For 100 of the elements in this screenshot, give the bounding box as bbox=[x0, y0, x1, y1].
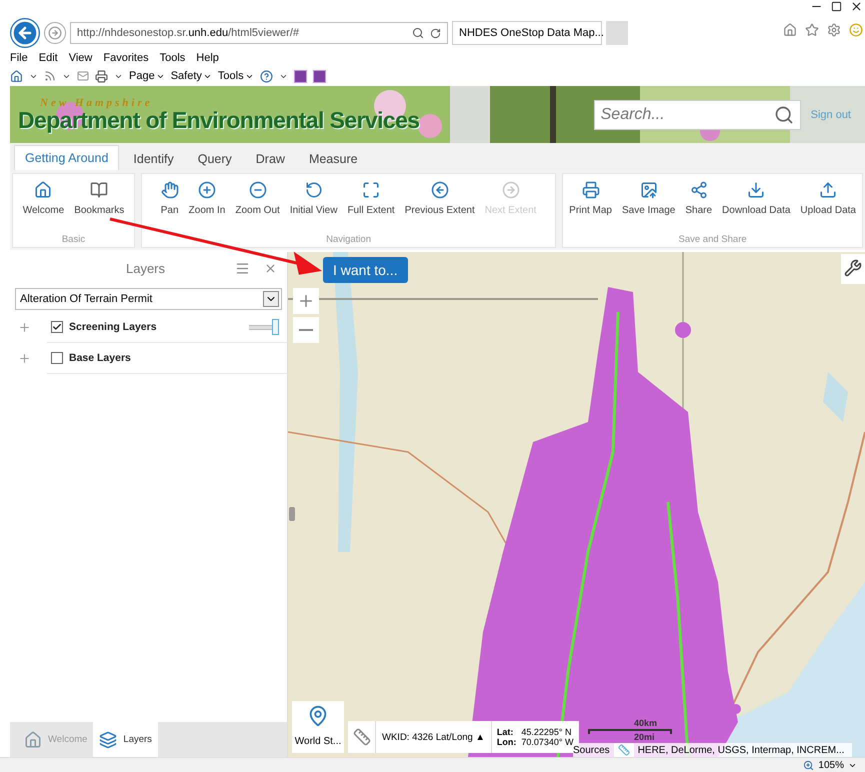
scale-bar: 40km 20mi bbox=[588, 718, 672, 742]
banner-subtitle: New Hampshire bbox=[39, 98, 154, 108]
zoom-out-button[interactable] bbox=[293, 317, 319, 343]
printer-icon bbox=[582, 181, 600, 199]
address-field[interactable]: http://nhdesonestop.sr.unh.edu/html5viewer/# bbox=[70, 22, 448, 44]
ribbon-button[interactable]: Download Data bbox=[718, 178, 794, 234]
layers-icon bbox=[99, 730, 118, 748]
menu-item[interactable]: View bbox=[68, 52, 92, 64]
ribbon-button[interactable]: Share bbox=[681, 178, 716, 234]
ruler-icon[interactable] bbox=[618, 744, 630, 756]
image-export-icon bbox=[640, 181, 658, 199]
share-icon bbox=[690, 181, 708, 199]
book-icon bbox=[90, 181, 108, 199]
arrow-left-icon bbox=[430, 181, 449, 199]
arrow-right-icon bbox=[502, 181, 520, 199]
expand-icon bbox=[362, 181, 380, 199]
arrow-right-icon bbox=[48, 26, 62, 40]
layer-name: Base Layers bbox=[69, 352, 132, 364]
notebook-icon[interactable] bbox=[294, 70, 307, 82]
refresh-icon bbox=[304, 181, 323, 199]
tab[interactable]: Measure bbox=[298, 148, 368, 170]
checkbox[interactable] bbox=[51, 321, 63, 333]
lon-label: Lon: bbox=[496, 737, 516, 747]
lat-label: Lat: bbox=[496, 727, 514, 737]
map-attribution: Sources HERE, DeLorme, USGS, Intermap, INCREM... bbox=[573, 743, 852, 757]
minus-icon bbox=[248, 181, 267, 199]
zoom-icon bbox=[803, 760, 814, 770]
feed-icon[interactable] bbox=[44, 70, 56, 82]
expand-icon[interactable] bbox=[18, 321, 31, 334]
projection-button[interactable]: WKID: 4326 Lat/Long ▲ bbox=[376, 721, 492, 753]
latitude-value: 45.22295° N bbox=[521, 727, 573, 737]
tools-button[interactable] bbox=[841, 254, 865, 284]
layer-name: Screening Layers bbox=[69, 321, 158, 333]
search-icon bbox=[412, 27, 424, 39]
menu-item[interactable]: Help bbox=[196, 52, 219, 64]
download-icon bbox=[747, 181, 766, 199]
menu-icon[interactable] bbox=[235, 260, 250, 276]
settings-icon[interactable] bbox=[827, 23, 841, 37]
plus-icon bbox=[198, 181, 216, 199]
minus-icon bbox=[299, 329, 313, 331]
panel-title: Layers bbox=[124, 260, 166, 276]
ribbon-button[interactable]: Print Map bbox=[565, 178, 616, 234]
tab[interactable]: Query bbox=[188, 148, 242, 170]
menu-item[interactable]: Edit bbox=[38, 52, 58, 64]
tab[interactable]: Draw bbox=[246, 148, 295, 170]
refresh-icon bbox=[430, 28, 441, 38]
arrow-left-icon bbox=[10, 18, 40, 48]
close-icon[interactable] bbox=[850, 0, 863, 13]
home-icon[interactable] bbox=[783, 23, 797, 37]
wrench-icon bbox=[844, 258, 862, 276]
longitude-value: 70.07340° W bbox=[521, 737, 574, 747]
ribbon-button[interactable]: Welcome bbox=[18, 178, 68, 234]
notebook-icon[interactable] bbox=[312, 70, 326, 82]
map-pin-icon bbox=[307, 705, 329, 727]
i-want-to-button[interactable]: I want to... bbox=[323, 257, 408, 283]
command-button[interactable]: Page bbox=[129, 70, 165, 82]
ribbon-button[interactable]: Upload Data bbox=[796, 178, 860, 234]
slider-thumb[interactable] bbox=[272, 319, 279, 335]
command-button[interactable]: Tools bbox=[218, 70, 254, 82]
menu-item[interactable]: File bbox=[10, 52, 28, 64]
printer-icon[interactable] bbox=[95, 70, 108, 82]
menu-item[interactable]: Favorites bbox=[103, 52, 149, 64]
checkbox[interactable] bbox=[51, 352, 63, 364]
zoom-level: 105% bbox=[818, 760, 844, 770]
back-button[interactable] bbox=[10, 18, 40, 48]
home-icon bbox=[24, 730, 42, 748]
group-label: Save and Share bbox=[678, 234, 747, 245]
search-field[interactable]: Search... bbox=[594, 100, 801, 130]
star-icon[interactable] bbox=[805, 23, 819, 37]
panel-tab[interactable]: Layers bbox=[93, 722, 158, 757]
ribbon-button[interactable]: Bookmarks bbox=[70, 178, 128, 234]
basemap-button[interactable]: World St... bbox=[292, 701, 344, 753]
ribbon-button[interactable]: Initial View bbox=[286, 178, 342, 234]
ribbon-button[interactable]: Previous Extent bbox=[400, 178, 479, 234]
help-icon[interactable] bbox=[260, 70, 273, 82]
forward-button[interactable] bbox=[44, 22, 66, 44]
ribbon-button[interactable]: Pan bbox=[156, 178, 183, 234]
home-icon[interactable] bbox=[10, 70, 23, 82]
panel-handle[interactable] bbox=[289, 507, 295, 521]
group-label: Basic bbox=[62, 234, 86, 245]
ribbon-button[interactable]: Save Image bbox=[618, 178, 680, 234]
maximize-icon[interactable] bbox=[831, 1, 842, 12]
search-icon bbox=[774, 104, 794, 124]
hand-icon bbox=[160, 181, 179, 199]
zoom-in-button[interactable] bbox=[293, 288, 319, 314]
layer-dropdown[interactable]: Alteration Of Terrain Permit bbox=[15, 288, 282, 310]
browser-tab[interactable]: NHDES OneStop Data Map... bbox=[452, 21, 602, 45]
tab[interactable]: Identify bbox=[123, 148, 184, 170]
tab[interactable]: Getting Around bbox=[14, 145, 120, 170]
ribbon-button[interactable]: Zoom Out bbox=[231, 178, 284, 234]
command-button[interactable]: Safety bbox=[170, 70, 212, 82]
mail-icon[interactable] bbox=[77, 70, 89, 82]
home-icon bbox=[34, 181, 52, 199]
menu-item[interactable]: Tools bbox=[160, 52, 186, 64]
smiley-icon[interactable] bbox=[849, 23, 863, 37]
ribbon-button[interactable]: Zoom In bbox=[184, 178, 230, 234]
ribbon-button[interactable]: Full Extent bbox=[343, 178, 399, 234]
plus-icon bbox=[297, 292, 315, 310]
group-label: Navigation bbox=[326, 234, 371, 245]
expand-icon[interactable] bbox=[18, 352, 31, 365]
